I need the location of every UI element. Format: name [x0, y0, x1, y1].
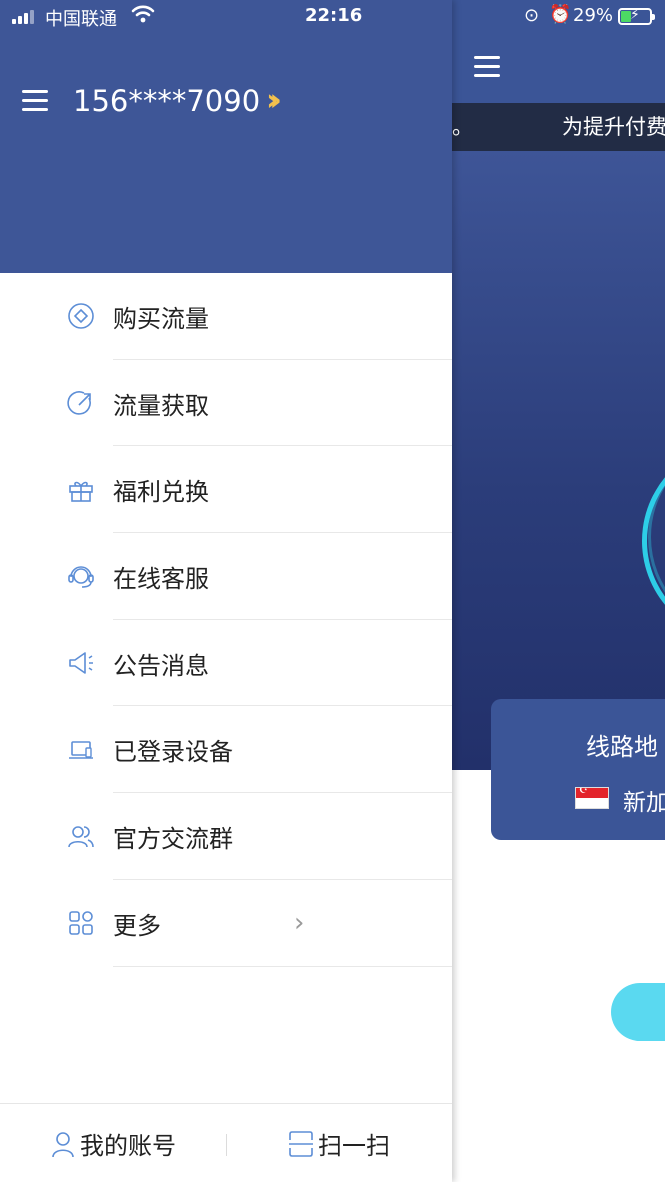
scan-button[interactable]: 扫一扫: [288, 1126, 390, 1161]
battery-icon: ⚡: [618, 7, 655, 25]
carrier-name: 中国联通: [45, 9, 117, 30]
main-screen: 。 为提升付费 线路地 新加: [452, 0, 665, 1182]
gift-icon: [66, 475, 96, 505]
menu-item-label: 福利兑换: [113, 478, 209, 507]
divider: [226, 1134, 227, 1156]
status-bar: 中国联通 22:16 ⊙ ⏰ 29% ⚡: [0, 0, 665, 34]
clock-time: 22:16: [305, 5, 363, 26]
chevron-right-icon: ›: [294, 908, 305, 939]
drawer-bottom-bar: 我的账号 扫一扫: [0, 1103, 452, 1182]
menu-item-get-traffic[interactable]: 流量获取: [0, 360, 452, 447]
side-drawer: 156****7090 ›› 购买流量 流量获取 福利兑换 在线客服 公告消息 …: [0, 0, 452, 1182]
menu-item-label: 官方交流群: [113, 824, 233, 853]
wifi-icon: [131, 4, 155, 29]
scan-icon: [288, 1129, 314, 1159]
alarm-icon: ⏰: [549, 4, 572, 25]
headset-icon: [66, 561, 96, 591]
connection-panel: [452, 151, 665, 770]
menu-item-buy-traffic[interactable]: 购买流量: [0, 273, 452, 360]
share-arrow-icon: [66, 388, 96, 418]
route-name: 新加: [623, 790, 665, 816]
group-icon: [66, 821, 96, 851]
drawer-menu: 购买流量 流量获取 福利兑换 在线客服 公告消息 已登录设备 官方交流群 更多 …: [0, 273, 452, 967]
menu-item-label: 已登录设备: [113, 738, 233, 767]
notice-tail-text: 。: [452, 115, 473, 139]
menu-item-label: 更多: [113, 911, 161, 940]
drawer-menu-icon[interactable]: [22, 90, 48, 112]
my-account-button[interactable]: 我的账号: [50, 1126, 176, 1161]
singapore-flag-icon: [575, 787, 609, 809]
divider: [113, 965, 452, 967]
grid-icon: [66, 908, 96, 938]
account-row[interactable]: 156****7090 ››: [73, 83, 282, 118]
account-number: 156****7090: [73, 83, 261, 118]
signal-icon: [12, 9, 34, 24]
laptop-icon: [66, 735, 96, 765]
menu-item-more[interactable]: 更多 ›: [0, 880, 452, 967]
menu-item-label: 购买流量: [113, 304, 209, 333]
menu-item-label: 在线客服: [113, 564, 209, 593]
my-account-label: 我的账号: [80, 1132, 176, 1160]
menu-item-redeem[interactable]: 福利兑换: [0, 446, 452, 534]
double-chevron-right-icon: ››: [266, 83, 281, 118]
menu-item-devices[interactable]: 已登录设备: [0, 706, 452, 794]
main-menu-button[interactable]: [474, 56, 500, 78]
megaphone-icon: [66, 648, 96, 678]
menu-item-label: 公告消息: [113, 651, 209, 680]
menu-item-community[interactable]: 官方交流群: [0, 793, 452, 880]
notice-text: 为提升付费: [562, 115, 665, 139]
menu-item-support[interactable]: 在线客服: [0, 533, 452, 620]
connect-button[interactable]: [611, 983, 665, 1041]
connection-ring[interactable]: [605, 404, 665, 678]
route-card[interactable]: 线路地 新加: [491, 699, 665, 840]
menu-item-announcements[interactable]: 公告消息: [0, 620, 452, 707]
route-title: 线路地: [586, 733, 658, 761]
user-icon: [50, 1129, 76, 1159]
coin-icon: [66, 301, 96, 331]
scan-label: 扫一扫: [318, 1132, 390, 1160]
rotation-lock-icon: ⊙: [524, 5, 540, 26]
notice-bar[interactable]: 。 为提升付费: [452, 103, 665, 151]
menu-item-label: 流量获取: [113, 391, 209, 420]
drawer-header: 156****7090 ››: [0, 0, 452, 273]
battery-percentage: 29%: [573, 5, 614, 26]
